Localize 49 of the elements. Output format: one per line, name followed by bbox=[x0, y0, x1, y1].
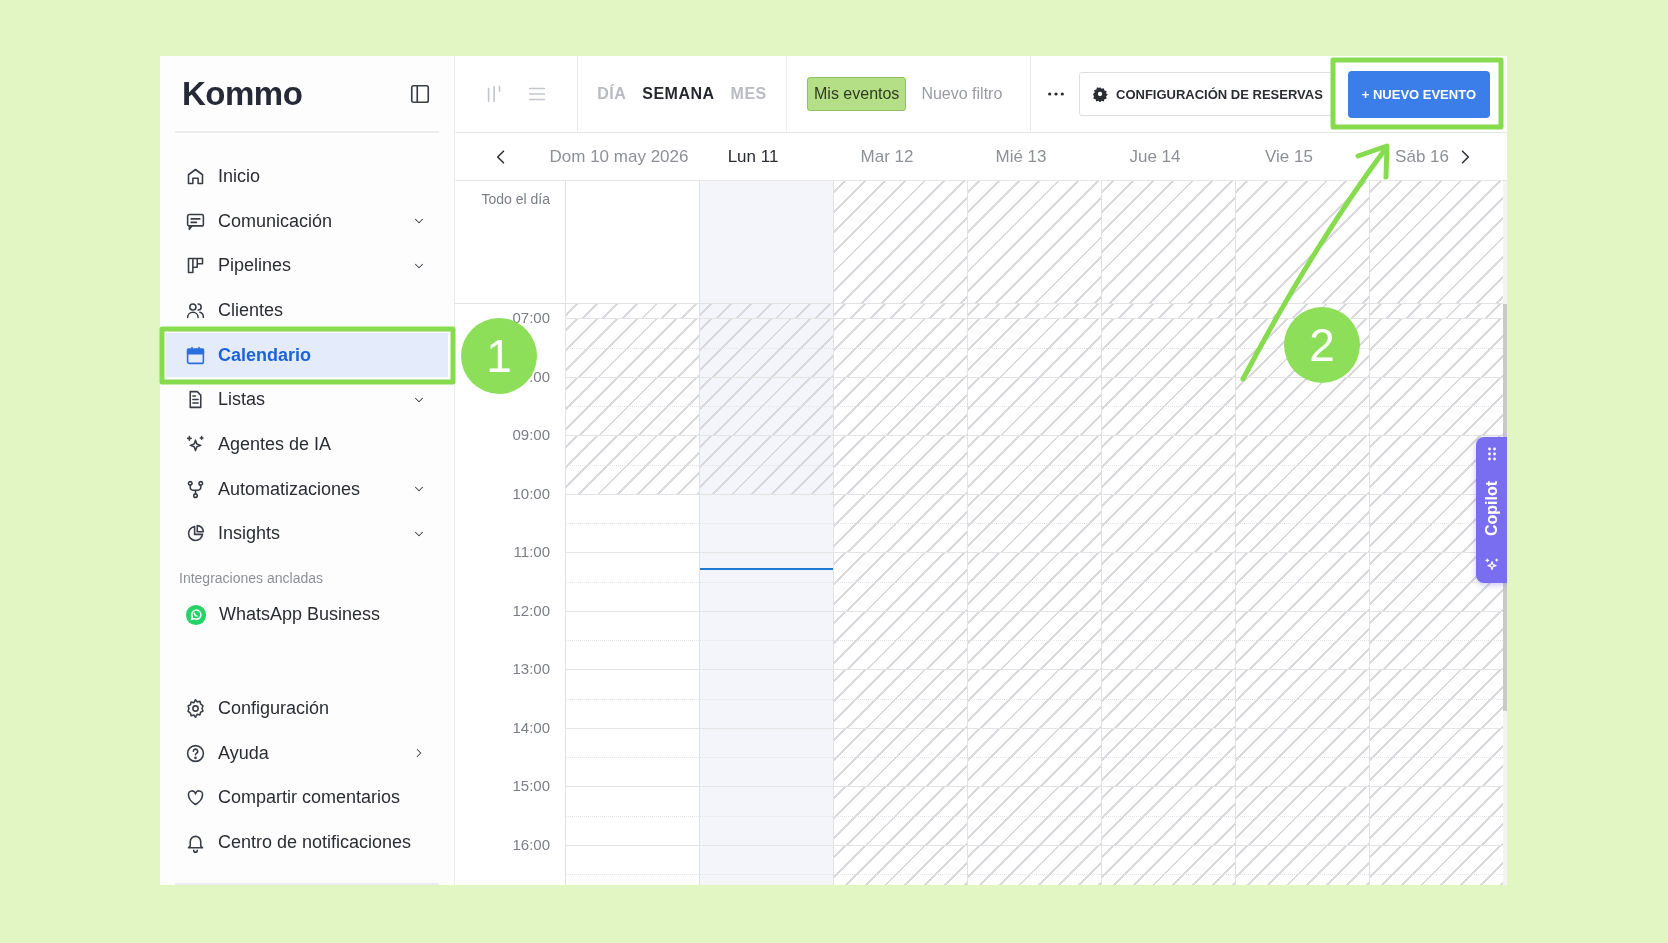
sidebar-toggle-icon[interactable] bbox=[409, 82, 431, 105]
nav-item[interactable]: Insights bbox=[166, 511, 448, 557]
nav-item[interactable]: Listas bbox=[166, 377, 448, 423]
time-label: 15:00 bbox=[512, 777, 550, 795]
nav-item[interactable]: Agentes de IA bbox=[166, 422, 448, 467]
time-label: 11:00 bbox=[513, 543, 550, 561]
time-label: 07:00 bbox=[512, 309, 550, 327]
time-slot[interactable] bbox=[1370, 552, 1503, 611]
nav-item[interactable]: Centro de notificaciones bbox=[166, 820, 448, 865]
calendar-icon bbox=[185, 344, 206, 366]
nav-item[interactable]: Inicio bbox=[166, 154, 448, 199]
help-icon bbox=[185, 742, 206, 764]
nav-item[interactable]: WhatsApp Business bbox=[166, 592, 448, 637]
section-label: Integraciones ancladas bbox=[178, 569, 324, 589]
nav-item[interactable]: Automatizaciones bbox=[166, 466, 448, 512]
settings-icon bbox=[1092, 86, 1108, 102]
nav-item[interactable]: Calendario bbox=[166, 332, 448, 378]
copilot-menu[interactable]: Copilot bbox=[1476, 437, 1507, 583]
settings-icon bbox=[185, 698, 206, 720]
nav-item[interactable]: Configuración bbox=[166, 686, 448, 731]
all-day-cell[interactable] bbox=[1370, 181, 1503, 304]
all-day-cell[interactable] bbox=[1236, 181, 1369, 304]
day-header[interactable]: Lun 11 bbox=[727, 146, 779, 167]
more-icon[interactable] bbox=[1047, 91, 1065, 97]
whatsapp-icon bbox=[185, 603, 207, 626]
time-label: 10:00 bbox=[512, 484, 550, 503]
new-event-button[interactable]: + NUEVO EVENTO bbox=[1347, 70, 1490, 118]
all-day-cell[interactable] bbox=[968, 181, 1101, 304]
nav-item[interactable]: Comunicación bbox=[166, 198, 448, 244]
time-label: 13:00 bbox=[512, 660, 550, 678]
nav-item[interactable]: Pipelines bbox=[166, 243, 448, 289]
time-label: 12:00 bbox=[512, 601, 550, 620]
drag-handle-icon bbox=[1486, 447, 1497, 461]
all-day-cell[interactable] bbox=[1102, 181, 1235, 304]
logo: Kommo bbox=[182, 74, 303, 113]
nav-item[interactable]: Clientes bbox=[166, 288, 448, 333]
all-day-cell[interactable] bbox=[834, 181, 967, 304]
booking-settings-button[interactable]: CONFIGURACIÓN DE RESERVAS bbox=[1079, 72, 1333, 116]
nav-item[interactable]: Compartir comentarios bbox=[166, 775, 448, 821]
sparkles-icon bbox=[1483, 557, 1500, 573]
all-day-label: Todo el día bbox=[481, 191, 550, 209]
filter-chip[interactable]: Mis eventos bbox=[807, 77, 907, 111]
time-label: :00 bbox=[529, 367, 550, 386]
time-label: 09:00 bbox=[512, 426, 550, 444]
time-label: 14:00 bbox=[512, 718, 550, 737]
view-tab[interactable]: SEMANA bbox=[642, 85, 715, 103]
nav-item[interactable]: Ayuda bbox=[166, 730, 448, 776]
branch-icon bbox=[185, 478, 206, 500]
time-label: 16:00 bbox=[512, 835, 550, 854]
